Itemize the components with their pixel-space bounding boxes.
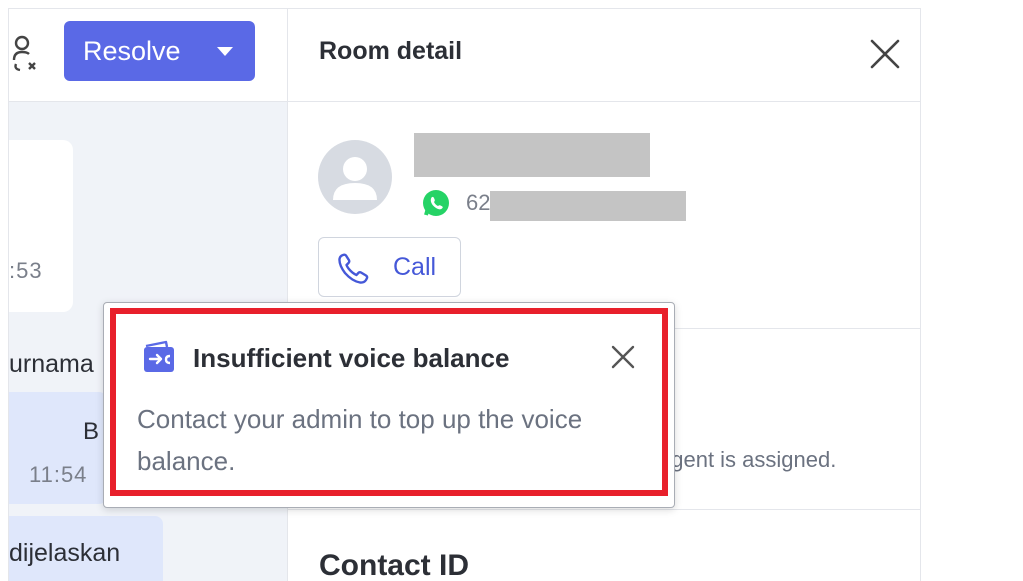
phone-number-prefix: 62 [466,190,491,215]
call-button-label: Call [393,253,437,281]
wallet-icon [144,340,174,372]
chat-topbar: Resolve [9,9,287,102]
close-icon[interactable] [868,37,902,71]
resolve-button[interactable]: Resolve [64,21,255,81]
insufficient-balance-toast: Insufficient voice balance Contact your … [110,308,668,496]
contact-id-heading: Contact ID [319,549,469,581]
message-text: B [83,418,100,445]
assignment-status-text: agent is assigned. [659,447,837,472]
message-bubble[interactable] [9,140,73,312]
phone-number-redacted [490,191,686,221]
message-text: urnama [9,350,94,378]
message-time: 11:54 [29,462,88,487]
toast-title: Insufficient voice balance [193,343,510,373]
message-text: dijelaskan [9,539,121,567]
toast-message: Contact your admin to top up the voice b… [137,404,583,476]
close-icon[interactable] [608,342,638,372]
call-button[interactable]: Call [318,237,461,297]
avatar-icon [318,140,392,214]
divider [288,509,920,510]
room-detail-title: Room detail [319,37,463,65]
whatsapp-icon [423,190,449,216]
contact-name-redacted [414,133,650,177]
resolve-button-label: Resolve [83,35,181,66]
message-time: :53 [9,258,43,283]
room-detail-header: Room detail [288,9,920,102]
caret-down-icon[interactable] [217,47,233,56]
phone-icon [338,253,369,284]
agent-icon[interactable] [11,33,41,73]
